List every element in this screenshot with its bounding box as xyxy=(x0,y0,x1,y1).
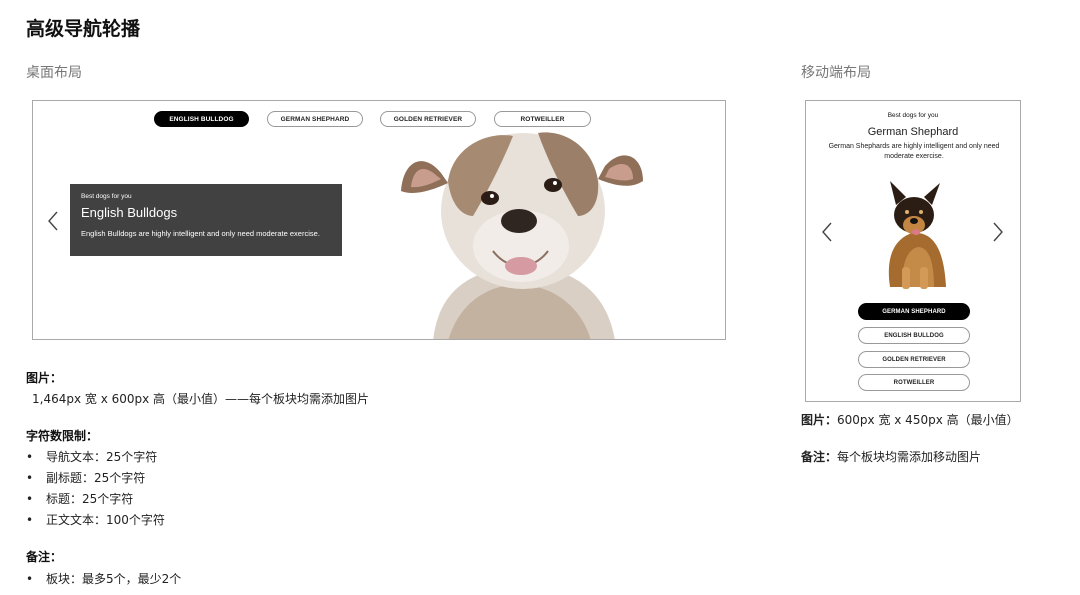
desktop-layout-label: 桌面布局 xyxy=(26,65,82,81)
tab-english-bulldog[interactable]: ENGLISH BULLDOG xyxy=(154,111,249,127)
bulldog-image xyxy=(393,121,643,339)
mobile-remark: 备注：每个板块均需添加移动图片 xyxy=(801,450,982,464)
mobile-slide-eyebrow: Best dogs for you xyxy=(887,112,939,119)
chevron-right-icon[interactable] xyxy=(992,221,1004,243)
mobile-layout-label: 移动端布局 xyxy=(801,65,871,81)
slide-title: English Bulldogs xyxy=(81,205,178,220)
mobile-tab-golden-retriever[interactable]: GOLDEN RETRIEVER xyxy=(858,351,970,368)
page-title: 高级导航轮播 xyxy=(26,18,141,40)
remark-heading: 备注： xyxy=(26,550,63,564)
tab-german-shephard[interactable]: GERMAN SHEPHARD xyxy=(267,111,363,127)
mobile-tab-rotweiller[interactable]: ROTWEILLER xyxy=(858,374,970,391)
image-heading: 图片： xyxy=(26,371,63,385)
list-item: • 板块：最多5个，最少2个 xyxy=(26,572,182,586)
mobile-image-spec: 图片：600px 宽 x 450px 高（最小值） xyxy=(801,413,1019,427)
list-item: • 正文文本：100个字符 xyxy=(26,513,165,527)
german-shepherd-image xyxy=(872,175,956,291)
slide-body: English Bulldogs are highly intelligent … xyxy=(81,229,320,238)
mobile-carousel-preview: Best dogs for you German Shephard German… xyxy=(805,100,1021,402)
mobile-tab-english-bulldog[interactable]: ENGLISH BULLDOG xyxy=(858,327,970,344)
chevron-left-icon[interactable] xyxy=(46,209,60,233)
list-item: • 导航文本：25个字符 xyxy=(26,450,158,464)
mobile-tab-german-shephard[interactable]: GERMAN SHEPHARD xyxy=(858,303,970,320)
slide-eyebrow: Best dogs for you xyxy=(81,193,132,200)
list-item: • 标题：25个字符 xyxy=(26,492,134,506)
chevron-left-icon[interactable] xyxy=(821,221,833,243)
list-item: • 副标题：25个字符 xyxy=(26,471,146,485)
image-spec: 1,464px 宽 x 600px 高（最小值）——每个板块均需添加图片 xyxy=(32,392,370,406)
desktop-carousel-preview: ENGLISH BULLDOG GERMAN SHEPHARD GOLDEN R… xyxy=(32,100,726,340)
mobile-slide-title: German Shephard xyxy=(867,126,959,138)
char-limit-heading: 字符数限制： xyxy=(26,429,99,443)
slide-text-card: Best dogs for you English Bulldogs Engli… xyxy=(70,184,342,256)
mobile-slide-body: German Shephards are highly intelligent … xyxy=(828,143,1000,160)
